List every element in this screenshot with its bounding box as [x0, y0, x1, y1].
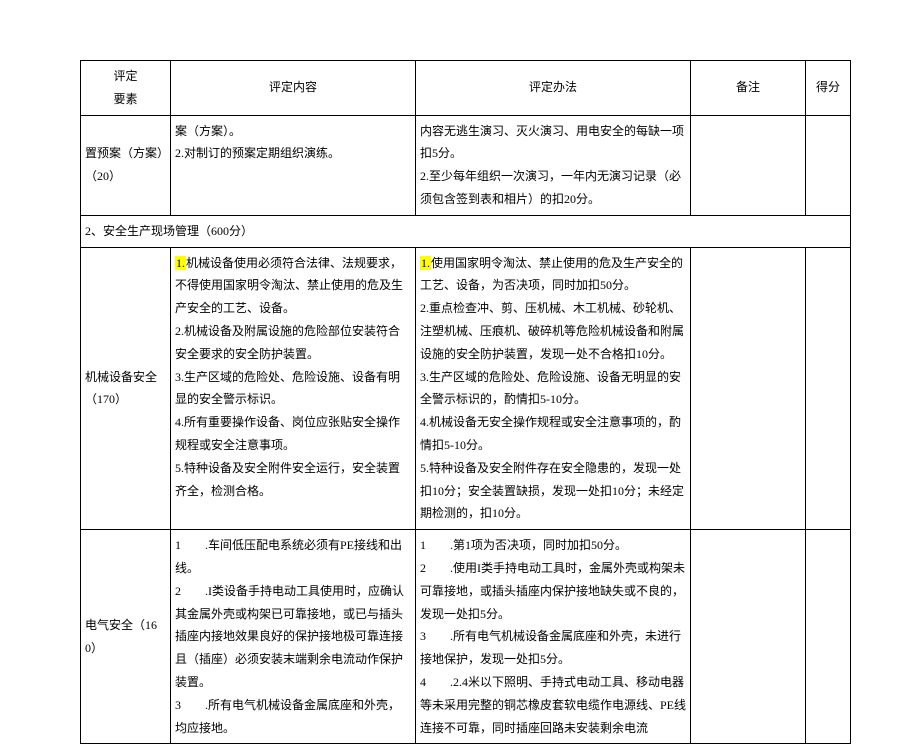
highlight: 1.: [420, 256, 431, 270]
highlight: 1.: [175, 256, 186, 270]
cell-method: 1.使用国家明令淘汰、禁止使用的危及生产安全的工艺、设备，为否决项，同时加扣50…: [416, 247, 691, 530]
cell-score: [806, 530, 851, 744]
header-row: 评定要素 评定内容 评定办法 备注 得分: [81, 61, 851, 116]
cell-element: 电气安全（160）: [81, 530, 171, 744]
content-text: 机械设备使用必须符合法律、法规要求，不得使用国家明令淘汰、禁止使用的危及生产安全…: [175, 256, 403, 498]
header-method: 评定办法: [416, 61, 691, 116]
cell-note: [691, 115, 806, 215]
cell-content: 1.机械设备使用必须符合法律、法规要求，不得使用国家明令淘汰、禁止使用的危及生产…: [171, 247, 416, 530]
cell-score: [806, 247, 851, 530]
header-content: 评定内容: [171, 61, 416, 116]
table-row: 置预案（方案）（20） 案（方案）。2.对制订的预案定期组织演练。 内容无逃生演…: [81, 115, 851, 215]
evaluation-table: 评定要素 评定内容 评定办法 备注 得分 置预案（方案）（20） 案（方案）。2…: [80, 60, 851, 744]
header-element: 评定要素: [81, 61, 171, 116]
header-score: 得分: [806, 61, 851, 116]
section-title: 2、安全生产现场管理（600分）: [81, 215, 851, 247]
cell-content: 1 .车间低压配电系统必须有PE接线和出线。2 .I类设备手持电动工具使用时，应…: [171, 530, 416, 744]
cell-note: [691, 247, 806, 530]
cell-note: [691, 530, 806, 744]
cell-score: [806, 115, 851, 215]
cell-element: 机械设备安全（170）: [81, 247, 171, 530]
cell-method: 内容无逃生演习、灭火演习、用电安全的每缺一项扣5分。2.至少每年组织一次演习，一…: [416, 115, 691, 215]
table-row: 电气安全（160） 1 .车间低压配电系统必须有PE接线和出线。2 .I类设备手…: [81, 530, 851, 744]
cell-method: 1 .第1项为否决项，同时加扣50分。2 .使用I类手持电动工具时，金属外壳或构…: [416, 530, 691, 744]
cell-element: 置预案（方案）（20）: [81, 115, 171, 215]
section-row: 2、安全生产现场管理（600分）: [81, 215, 851, 247]
table-row: 机械设备安全（170） 1.机械设备使用必须符合法律、法规要求，不得使用国家明令…: [81, 247, 851, 530]
method-text: 使用国家明令淘汰、禁止使用的危及生产安全的工艺、设备，为否决项，同时加扣50分。…: [420, 256, 684, 521]
header-note: 备注: [691, 61, 806, 116]
cell-content: 案（方案）。2.对制订的预案定期组织演练。: [171, 115, 416, 215]
